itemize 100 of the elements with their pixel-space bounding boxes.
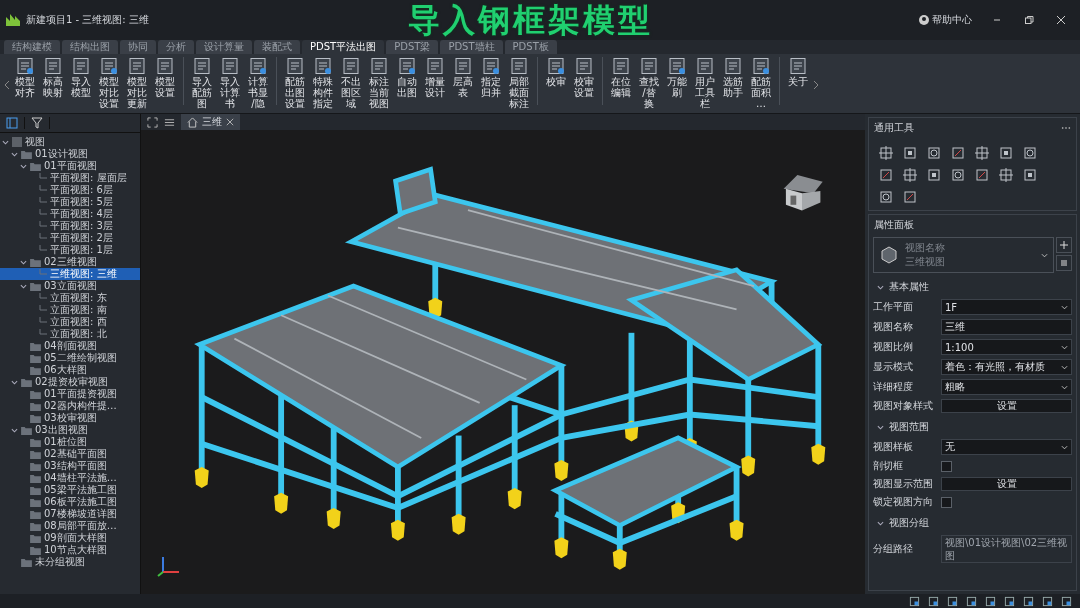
tree-item[interactable]: 03出图视图	[0, 424, 140, 436]
view-tab[interactable]: 三维	[181, 114, 240, 130]
tree-item[interactable]: 01桩位图	[0, 436, 140, 448]
tree-item[interactable]: 04墙柱平法施…	[0, 472, 140, 484]
more-icon[interactable]	[1061, 126, 1071, 130]
tree-item[interactable]: 立面视图: 西	[0, 316, 140, 328]
ribbon-tab[interactable]: 结构建模	[4, 40, 60, 54]
toolbar-button[interactable]: 校审设置	[571, 57, 597, 98]
tree-item[interactable]: 平面视图: 5层	[0, 196, 140, 208]
tree-item[interactable]: 08局部平面放…	[0, 520, 140, 532]
tree-item[interactable]: 三维视图: 三维	[0, 268, 140, 280]
toolbar-button[interactable]: 导入配筋图	[189, 57, 215, 109]
caret-icon[interactable]	[11, 426, 18, 434]
ribbon-tab[interactable]: 装配式	[254, 40, 300, 54]
tree-item[interactable]: 02器内构件提…	[0, 400, 140, 412]
caret-icon[interactable]	[11, 378, 18, 386]
caret-icon[interactable]	[11, 150, 18, 158]
ribbon-tab[interactable]: PDST平法出图	[302, 40, 385, 54]
toolbar-button[interactable]: 标注当前视图	[366, 57, 392, 109]
section-header[interactable]: 基本属性	[869, 275, 1076, 297]
tree-item[interactable]: 立面视图: 北	[0, 328, 140, 340]
toolbar-button[interactable]: 配筋面积…	[748, 57, 774, 109]
tree-item[interactable]: 01平面提资视图	[0, 388, 140, 400]
tree-item[interactable]: 07楼梯坡道详图	[0, 508, 140, 520]
ribbon-tab[interactable]: 协同	[120, 40, 156, 54]
toolbar-button[interactable]: 标高映射	[40, 57, 66, 98]
tree-item[interactable]: 02基础平面图	[0, 448, 140, 460]
toolbar-button[interactable]: 模型对比设置	[96, 57, 122, 109]
tree-item[interactable]: 06大样图	[0, 364, 140, 376]
caret-icon[interactable]	[20, 258, 27, 266]
toolbar-button[interactable]: 选筋助手	[720, 57, 746, 98]
toolbar-button[interactable]: 用户工具栏	[692, 57, 718, 109]
tree-item[interactable]: 05梁平法施工图	[0, 484, 140, 496]
scroll-right-icon[interactable]	[813, 80, 819, 90]
ribbon-tab[interactable]: 分析	[158, 40, 194, 54]
settings-button[interactable]: 设置	[941, 477, 1072, 491]
tree-item[interactable]: 平面视图: 4层	[0, 208, 140, 220]
tree-item[interactable]: 视图	[0, 136, 140, 148]
tree-item[interactable]: 03立面视图	[0, 280, 140, 292]
tree-item[interactable]: 02提资校审视图	[0, 376, 140, 388]
tree-item[interactable]: 05二维绘制视图	[0, 352, 140, 364]
toolbar-button[interactable]: 局部截面标注	[506, 57, 532, 109]
ribbon-tab[interactable]: PDST板	[504, 40, 557, 54]
tree-item[interactable]: 未分组视图	[0, 556, 140, 568]
toolbar-button[interactable]: 模型设置	[152, 57, 178, 98]
section-header[interactable]: 视图分组	[869, 511, 1076, 533]
tree-item[interactable]: 平面视图: 屋面层	[0, 172, 140, 184]
toolbar-button[interactable]: 层高表	[450, 57, 476, 98]
close-icon[interactable]	[226, 118, 234, 126]
toolbar-button[interactable]: 查找/替换	[636, 57, 662, 109]
select-field[interactable]: 粗略	[941, 379, 1072, 395]
toolbar-button[interactable]: 校审	[543, 57, 569, 87]
caret-icon[interactable]	[2, 138, 9, 146]
tree-item[interactable]: 06板平法施工图	[0, 496, 140, 508]
tree-item[interactable]: 平面视图: 2层	[0, 232, 140, 244]
toolbar-button[interactable]: 关于	[785, 57, 811, 87]
close-icon[interactable]	[1056, 15, 1066, 25]
toolbar-button[interactable]: 增量设计	[422, 57, 448, 98]
toolbar-button[interactable]: 不出图区域	[338, 57, 364, 109]
tree-item[interactable]: 10节点大样图	[0, 544, 140, 556]
tree-item[interactable]: 03校审视图	[0, 412, 140, 424]
tree-item[interactable]: 立面视图: 东	[0, 292, 140, 304]
scroll-left-icon[interactable]	[4, 80, 10, 90]
toolbar-button[interactable]: 自动出图	[394, 57, 420, 98]
ribbon-tab[interactable]: PDST梁	[386, 40, 439, 54]
add-icon[interactable]	[1056, 237, 1072, 253]
tree-item[interactable]: 平面视图: 3层	[0, 220, 140, 232]
layout-icon[interactable]	[147, 116, 158, 128]
checkbox[interactable]	[941, 496, 952, 508]
restore-icon[interactable]	[1024, 15, 1034, 25]
toolbar-button[interactable]: 万能刷	[664, 57, 690, 98]
ribbon-tab[interactable]: 设计算量	[196, 40, 252, 54]
toolbar-button[interactable]: 导入计算书	[217, 57, 243, 109]
tree-item[interactable]: 04剖面视图	[0, 340, 140, 352]
section-header[interactable]: 视图范围	[869, 415, 1076, 437]
tree-item[interactable]: 立面视图: 南	[0, 304, 140, 316]
tree-item[interactable]: 01设计视图	[0, 148, 140, 160]
ribbon-tab[interactable]: 结构出图	[62, 40, 118, 54]
toolbar-button[interactable]: 计算书显/隐	[245, 57, 271, 109]
toolbar-button[interactable]: 模型对比更新	[124, 57, 150, 109]
type-selector[interactable]: 视图名称 三维视图	[873, 237, 1054, 273]
select-field[interactable]: 着色：有光照，有材质	[941, 359, 1072, 375]
caret-icon[interactable]	[20, 162, 27, 170]
tree-item[interactable]: 02三维视图	[0, 256, 140, 268]
toolbar-button[interactable]: 在位编辑	[608, 57, 634, 98]
tree-item[interactable]: 平面视图: 1层	[0, 244, 140, 256]
checkbox[interactable]	[941, 460, 952, 472]
tree-item[interactable]: 01平面视图	[0, 160, 140, 172]
tree-item[interactable]: 平面视图: 6层	[0, 184, 140, 196]
toolbar-button[interactable]: 模型对齐	[12, 57, 38, 98]
toolbar-button[interactable]: 导入模型	[68, 57, 94, 98]
input-field[interactable]: 三维	[941, 319, 1072, 335]
settings-button[interactable]: 设置	[941, 399, 1072, 413]
ribbon-tab[interactable]: PDST墙柱	[440, 40, 503, 54]
select-field[interactable]: 1:100	[941, 339, 1072, 355]
tree-item[interactable]: 03结构平面图	[0, 460, 140, 472]
toolbar-button[interactable]: 配筋出图设置	[282, 57, 308, 109]
toolbar-button[interactable]: 指定归并	[478, 57, 504, 98]
help-center-button[interactable]: 帮助中心	[913, 13, 978, 27]
select-field[interactable]: 无	[941, 439, 1072, 455]
